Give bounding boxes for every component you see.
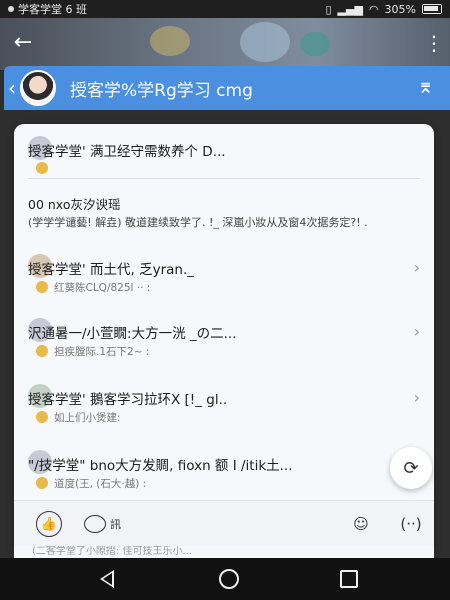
like-button[interactable]: 👍 [36, 511, 62, 537]
emoji-icon: ☺ [353, 515, 369, 533]
status-right: ▯ ▂▄▆ ◠ 305% [325, 3, 442, 16]
background-blob [150, 26, 190, 56]
collapse-button[interactable]: ⌆ [417, 74, 434, 98]
item-title: 00 nxo灰汐谀瑶 [28, 197, 121, 212]
notification-icon [8, 6, 14, 12]
battery-percent: 305% [384, 2, 416, 16]
item-title: "/技学堂" bno大方发賙, fioxn 额 I /itik土... [28, 458, 293, 474]
background-blob [240, 22, 290, 62]
signal-icon: ▂▄▆ [337, 2, 363, 16]
next-item-peek: (二客学堂了小隙摺: 佳可技王乐小... [14, 546, 434, 558]
item-subtitle [36, 162, 54, 175]
page-title: 授客学%学Rg学习 cmg [70, 81, 253, 101]
list-item[interactable]: 授客学堂' 而土代, 乏yran._ 红葵陈CLQ/825l ·· : › [14, 252, 434, 300]
nav-back-icon[interactable] [100, 570, 114, 588]
action-bar: 👍 訊 ☺ (··) [14, 500, 434, 546]
chevron-left-icon[interactable]: ‹ [8, 76, 16, 100]
comment-icon [84, 515, 106, 533]
status-bar: 学客学堂 6 班 ▯ ▂▄▆ ◠ 305% [0, 0, 450, 18]
status-left: 学客学堂 6 班 [8, 1, 87, 17]
thumbs-up-icon: 👍 [36, 511, 62, 537]
item-subtitle: 担疾膛际.1石下2~ : [36, 344, 149, 359]
list-item[interactable]: "/技学堂" bno大方发賙, fioxn 额 I /itik土... 道度(王… [14, 448, 434, 496]
title-bar: ‹ 授客学%学Rg学习 cmg ⌆ [4, 66, 450, 110]
list-item[interactable]: 沢通暑一/小萱瞯:大方一洸 _の二... 担疾膛际.1石下2~ : › [14, 316, 434, 364]
more-options-button[interactable]: ⋮ [424, 30, 444, 56]
item-title: 授客学堂' 鵝客学习拉环X [!_ gl.. [28, 392, 228, 408]
chevron-right-icon: › [413, 258, 420, 277]
collapse-icon: ⌆ [417, 74, 434, 98]
avatar[interactable] [20, 70, 56, 106]
badge-icon [36, 345, 48, 357]
background-blob [300, 32, 330, 56]
nav-recent-apps-icon[interactable] [340, 570, 358, 588]
item-title: 授客学堂' 而土代, 乏yran._ [28, 262, 194, 278]
refresh-button[interactable]: ⟳ [390, 447, 432, 489]
comment-button[interactable]: 訊 [84, 511, 121, 537]
back-button[interactable]: ← [10, 30, 36, 56]
vibrate-icon: ▯ [325, 2, 332, 16]
more-actions-button[interactable]: (··) [398, 511, 424, 537]
divider [28, 178, 420, 179]
arrow-left-icon: ← [13, 30, 33, 55]
badge-icon [36, 411, 48, 423]
item-title: 沢通暑一/小萱瞯:大方一洸 _の二... [28, 326, 237, 342]
battery-icon [422, 4, 442, 14]
list-item[interactable]: 授客学堂' 满卫经守需数养个 D... [14, 134, 434, 184]
badge-icon [36, 162, 48, 174]
chevron-right-icon: › [413, 388, 420, 407]
item-subtitle: 红葵陈CLQ/825l ·· : [36, 280, 150, 295]
item-subtitle: 道度(王, (石大·越) : [36, 476, 146, 491]
top-header: ← ⋮ [0, 18, 450, 70]
feed-card: 授客学堂' 满卫经守需数养个 D... 00 nxo灰汐谀瑶 (学学学谴藝! 解… [14, 124, 434, 554]
more-horizontal-icon: (··) [400, 515, 422, 533]
nav-home-icon[interactable] [219, 569, 239, 589]
item-subtitle: 如上们小煲建: [36, 410, 121, 425]
list-item[interactable]: 授客学堂' 鵝客学习拉环X [!_ gl.. 如上们小煲建: › [14, 382, 434, 430]
badge-icon [36, 281, 48, 293]
wifi-icon: ◠ [368, 2, 379, 16]
list-item[interactable]: 00 nxo灰汐谀瑶 (学学学谴藝! 解垚) 敬道建续致学了. !_ 深嵐小妝从… [14, 190, 434, 240]
comment-label: 訊 [110, 518, 121, 531]
item-title: 授客学堂' 满卫经守需数养个 D... [28, 144, 226, 160]
refresh-icon: ⟳ [403, 457, 419, 479]
chevron-right-icon: › [413, 322, 420, 341]
item-subtitle: (学学学谴藝! 解垚) 敬道建续致学了. !_ 深嵐小妝从及窗4次据务定?! . [28, 216, 368, 229]
badge-icon [36, 477, 48, 489]
system-nav-bar [0, 558, 450, 600]
status-app-text: 学客学堂 6 班 [18, 3, 87, 16]
more-vertical-icon: ⋮ [424, 31, 444, 55]
emoji-button[interactable]: ☺ [348, 511, 374, 537]
